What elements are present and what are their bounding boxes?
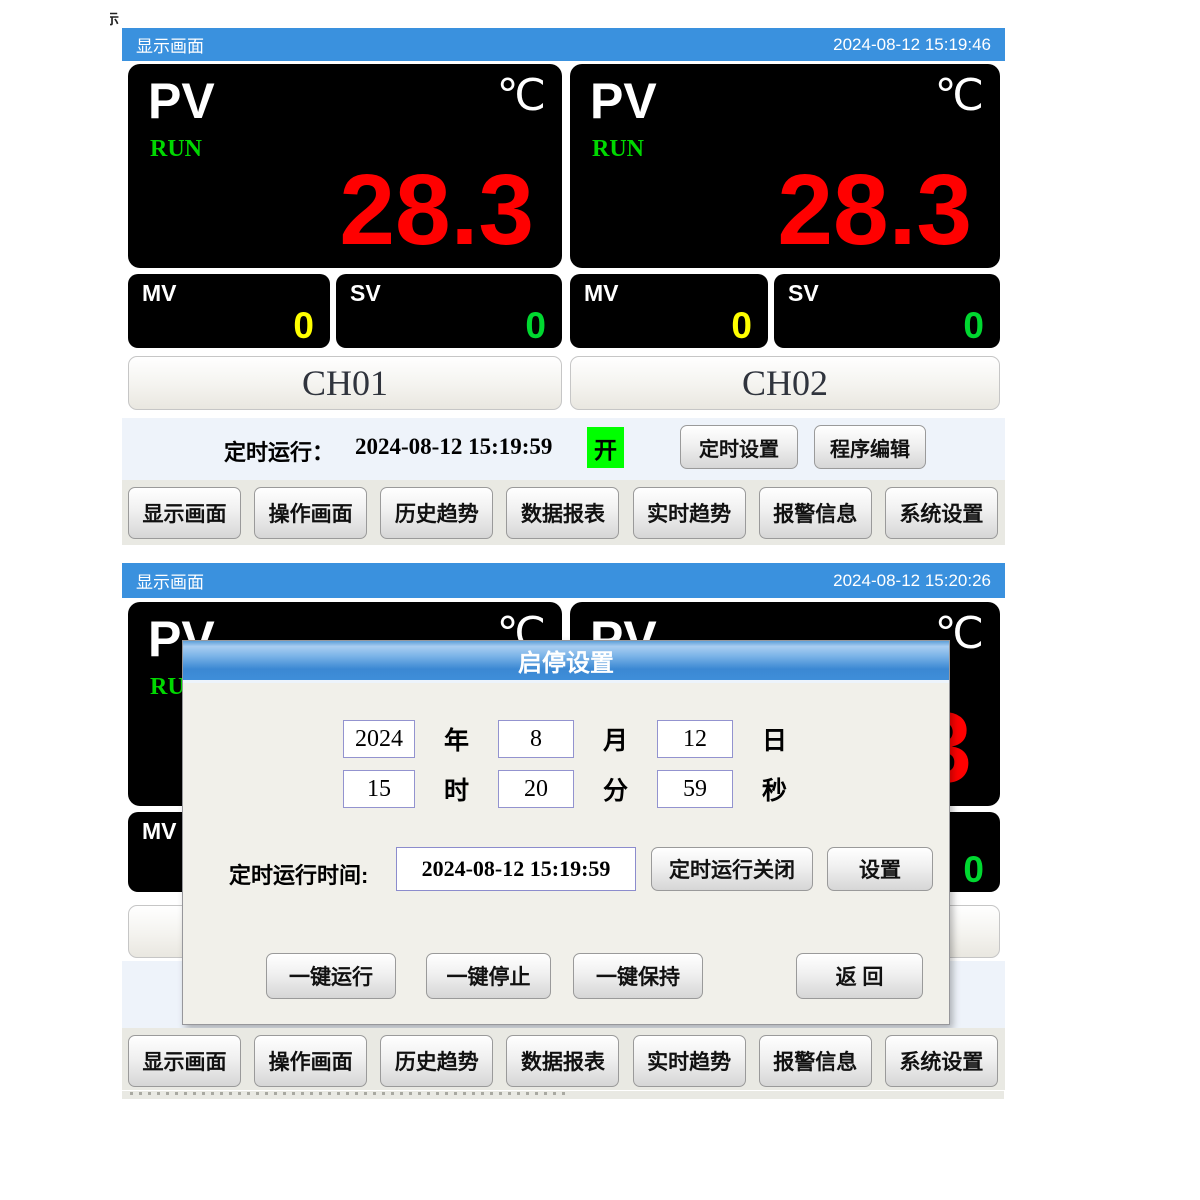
timer-run-time: 2024-08-12 15:19:59 — [355, 434, 552, 460]
display-screen-main: 显示画面 2024-08-12 15:19:46 PV ℃ RUN 28.3 P… — [122, 28, 1005, 545]
nav-row: 显示画面 操作画面 历史趋势 数据报表 实时趋势 报警信息 系统设置 — [128, 487, 998, 539]
timer-run-label: 定时运行： — [224, 435, 334, 467]
channel-bar-ch01[interactable]: CH01 — [128, 356, 562, 410]
screenshot-edge-artifact: 示 — [110, 12, 121, 28]
pv-label: PV — [590, 72, 657, 130]
mv-panel-ch01: MV 0 — [128, 274, 330, 348]
nav-realtime-trend[interactable]: 实时趋势 — [633, 1035, 746, 1087]
one-key-hold-button[interactable]: 一键保持 — [573, 953, 703, 999]
mv-panel-ch02: MV 0 — [570, 274, 768, 348]
set-button[interactable]: 设置 — [827, 847, 933, 891]
sv-value: 0 — [525, 307, 546, 344]
dialog-title: 启停设置 — [183, 641, 949, 683]
nav-history-trend[interactable]: 历史趋势 — [380, 1035, 493, 1087]
nav-data-report[interactable]: 数据报表 — [506, 487, 619, 539]
day-field[interactable]: 12 — [657, 720, 733, 758]
program-edit-button[interactable]: 程序编辑 — [814, 425, 926, 469]
titlebar: 显示画面 2024-08-12 15:20:26 — [122, 563, 1005, 598]
celsius-unit: ℃ — [497, 70, 546, 121]
sv-panel-ch02: SV 0 — [774, 274, 1000, 348]
nav-history-trend[interactable]: 历史趋势 — [380, 487, 493, 539]
date-field-row: 2024 年 8 月 12 日 — [343, 719, 816, 759]
pv-label: PV — [148, 72, 215, 130]
clipped-bottom-row-artifact — [122, 1091, 1004, 1099]
minute-field[interactable]: 20 — [498, 770, 574, 808]
timer-row: 定时运行： 2024-08-12 15:19:59 开 定时设置 程序编辑 — [122, 425, 1005, 471]
nav-data-report[interactable]: 数据报表 — [506, 1035, 619, 1087]
year-field[interactable]: 2024 — [343, 720, 415, 758]
sv-label: SV — [788, 280, 819, 307]
channel-bar-ch02[interactable]: CH02 — [570, 356, 1000, 410]
sv-value: 0 — [963, 851, 984, 888]
sv-value: 0 — [963, 307, 984, 344]
clipped-glyph: 示 — [110, 12, 116, 28]
return-button[interactable]: 返 回 — [796, 953, 923, 999]
timer-run-time-input[interactable]: 2024-08-12 15:19:59 — [396, 847, 636, 891]
timer-run-toggle-button[interactable]: 定时运行关闭 — [651, 847, 813, 891]
page-title: 显示画面 — [136, 32, 204, 57]
clock: 2024-08-12 15:19:46 — [833, 35, 991, 55]
page-title: 显示画面 — [136, 568, 204, 593]
mv-value: 0 — [731, 307, 752, 344]
sv-panel-ch01: SV 0 — [336, 274, 562, 348]
second-field[interactable]: 59 — [657, 770, 733, 808]
mv-label: MV — [584, 280, 619, 307]
titlebar: 显示画面 2024-08-12 15:19:46 — [122, 28, 1005, 61]
month-unit-label: 月 — [603, 721, 628, 757]
nav-row: 显示画面 操作画面 历史趋势 数据报表 实时趋势 报警信息 系统设置 — [128, 1035, 998, 1087]
run-status: RUN — [592, 136, 644, 163]
nav-alarm-info[interactable]: 报警信息 — [759, 487, 872, 539]
second-unit-label: 秒 — [762, 771, 787, 807]
timer-settings-button[interactable]: 定时设置 — [680, 425, 798, 469]
mv-label: MV — [142, 280, 177, 307]
mv-label: MV — [142, 818, 177, 845]
nav-operation-screen[interactable]: 操作画面 — [254, 1035, 367, 1087]
nav-realtime-trend[interactable]: 实时趋势 — [633, 487, 746, 539]
display-screen-with-dialog: 显示画面 2024-08-12 15:20:26 PV ℃ RUN 28.3 P… — [122, 563, 1005, 1090]
nav-display-screen[interactable]: 显示画面 — [128, 1035, 241, 1087]
celsius-unit: ℃ — [935, 70, 984, 121]
clock: 2024-08-12 15:20:26 — [833, 571, 991, 591]
nav-operation-screen[interactable]: 操作画面 — [254, 487, 367, 539]
minute-unit-label: 分 — [603, 771, 628, 807]
nav-system-settings[interactable]: 系统设置 — [885, 487, 998, 539]
hour-field[interactable]: 15 — [343, 770, 415, 808]
time-field-row: 15 时 20 分 59 秒 — [343, 769, 816, 809]
nav-display-screen[interactable]: 显示画面 — [128, 487, 241, 539]
one-key-run-button[interactable]: 一键运行 — [266, 953, 396, 999]
mv-value: 0 — [293, 307, 314, 344]
nav-strip: 显示画面 操作画面 历史趋势 数据报表 实时趋势 报警信息 系统设置 — [122, 1028, 1005, 1090]
nav-system-settings[interactable]: 系统设置 — [885, 1035, 998, 1087]
timer-run-time-label: 定时运行时间: — [229, 858, 368, 890]
year-unit-label: 年 — [444, 721, 469, 757]
nav-alarm-info[interactable]: 报警信息 — [759, 1035, 872, 1087]
pv-value: 28.3 — [339, 160, 534, 260]
sv-label: SV — [350, 280, 381, 307]
hour-unit-label: 时 — [444, 771, 469, 807]
month-field[interactable]: 8 — [498, 720, 574, 758]
pv-value: 28.3 — [777, 160, 972, 260]
one-key-stop-button[interactable]: 一键停止 — [426, 953, 551, 999]
pv-panel-ch02: PV ℃ RUN 28.3 — [570, 64, 1000, 268]
day-unit-label: 日 — [762, 721, 787, 757]
nav-strip: 显示画面 操作画面 历史趋势 数据报表 实时趋势 报警信息 系统设置 — [122, 480, 1005, 545]
start-stop-dialog: 启停设置 2024 年 8 月 12 日 15 时 20 分 59 秒 定时运行… — [182, 640, 950, 1025]
run-status: RUN — [150, 136, 202, 163]
timer-on-badge: 开 — [587, 427, 624, 468]
pv-panel-ch01: PV ℃ RUN 28.3 — [128, 64, 562, 268]
